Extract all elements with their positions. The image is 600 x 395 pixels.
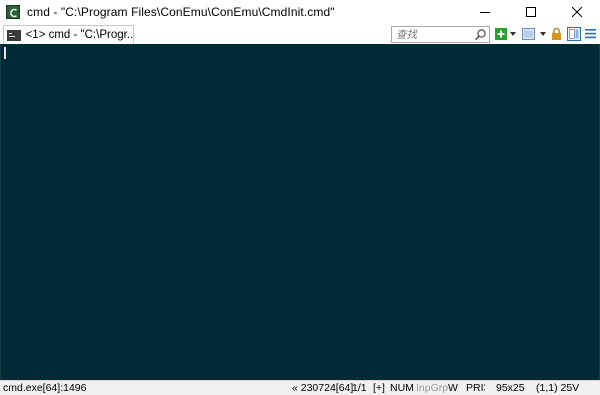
console-area[interactable] [0,44,600,380]
dropdown-icon [540,32,546,36]
search-icon[interactable] [474,28,487,41]
view-button[interactable] [522,28,535,40]
window-title: cmd - "C:\Program Files\ConEmu\ConEmu\Cm… [27,5,335,19]
dropdown-icon [510,32,516,36]
status-cursor-pos[interactable]: (1,1) 25V [536,382,579,394]
status-priority-marker: : [483,381,486,393]
main-menu-button[interactable] [585,28,596,39]
tab-bar: <1> cmd - "C:\Progr... [0,24,600,44]
status-size[interactable]: 95x25 [496,382,525,394]
status-inpgrp: InpGrp [416,382,449,394]
status-console-count[interactable]: 1/1 [352,382,367,394]
new-console-dropdown[interactable] [510,32,516,36]
split-view-icon [567,27,581,41]
console-tab-1[interactable]: <1> cmd - "C:\Progr... [3,25,134,44]
status-server[interactable]: « 230724[64] [292,382,353,394]
maximize-icon [526,7,536,17]
status-num: NUM [390,382,414,394]
new-console-button[interactable] [495,28,507,40]
menu-icon [585,29,596,39]
minimize-button[interactable] [462,0,508,24]
status-plus[interactable]: [+] [373,382,385,394]
view-dropdown[interactable] [540,32,546,36]
lock-button[interactable] [551,28,562,40]
split-view-button[interactable] [567,27,581,41]
new-console-icon [495,28,507,40]
minimize-icon [480,12,490,13]
status-priority[interactable]: PRI [466,382,484,394]
maximize-button[interactable] [508,0,554,24]
view-icon [522,28,535,40]
close-icon [572,7,582,17]
status-process[interactable]: cmd.exe[64]:1496 [3,382,86,394]
status-bar: cmd.exe[64]:1496 « 230724[64] 1/1 [+] NU… [0,380,600,395]
console-icon [7,29,21,41]
title-bar[interactable]: cmd - "C:\Program Files\ConEmu\ConEmu\Cm… [0,0,600,24]
status-w: W [448,382,458,394]
text-cursor [4,47,6,59]
search-input[interactable] [392,27,472,42]
conemu-app-icon[interactable] [6,5,20,19]
search-field[interactable] [391,26,490,43]
close-button[interactable] [554,0,600,24]
tab-label: <1> cmd - "C:\Progr... [25,29,133,41]
lock-icon [552,28,561,40]
